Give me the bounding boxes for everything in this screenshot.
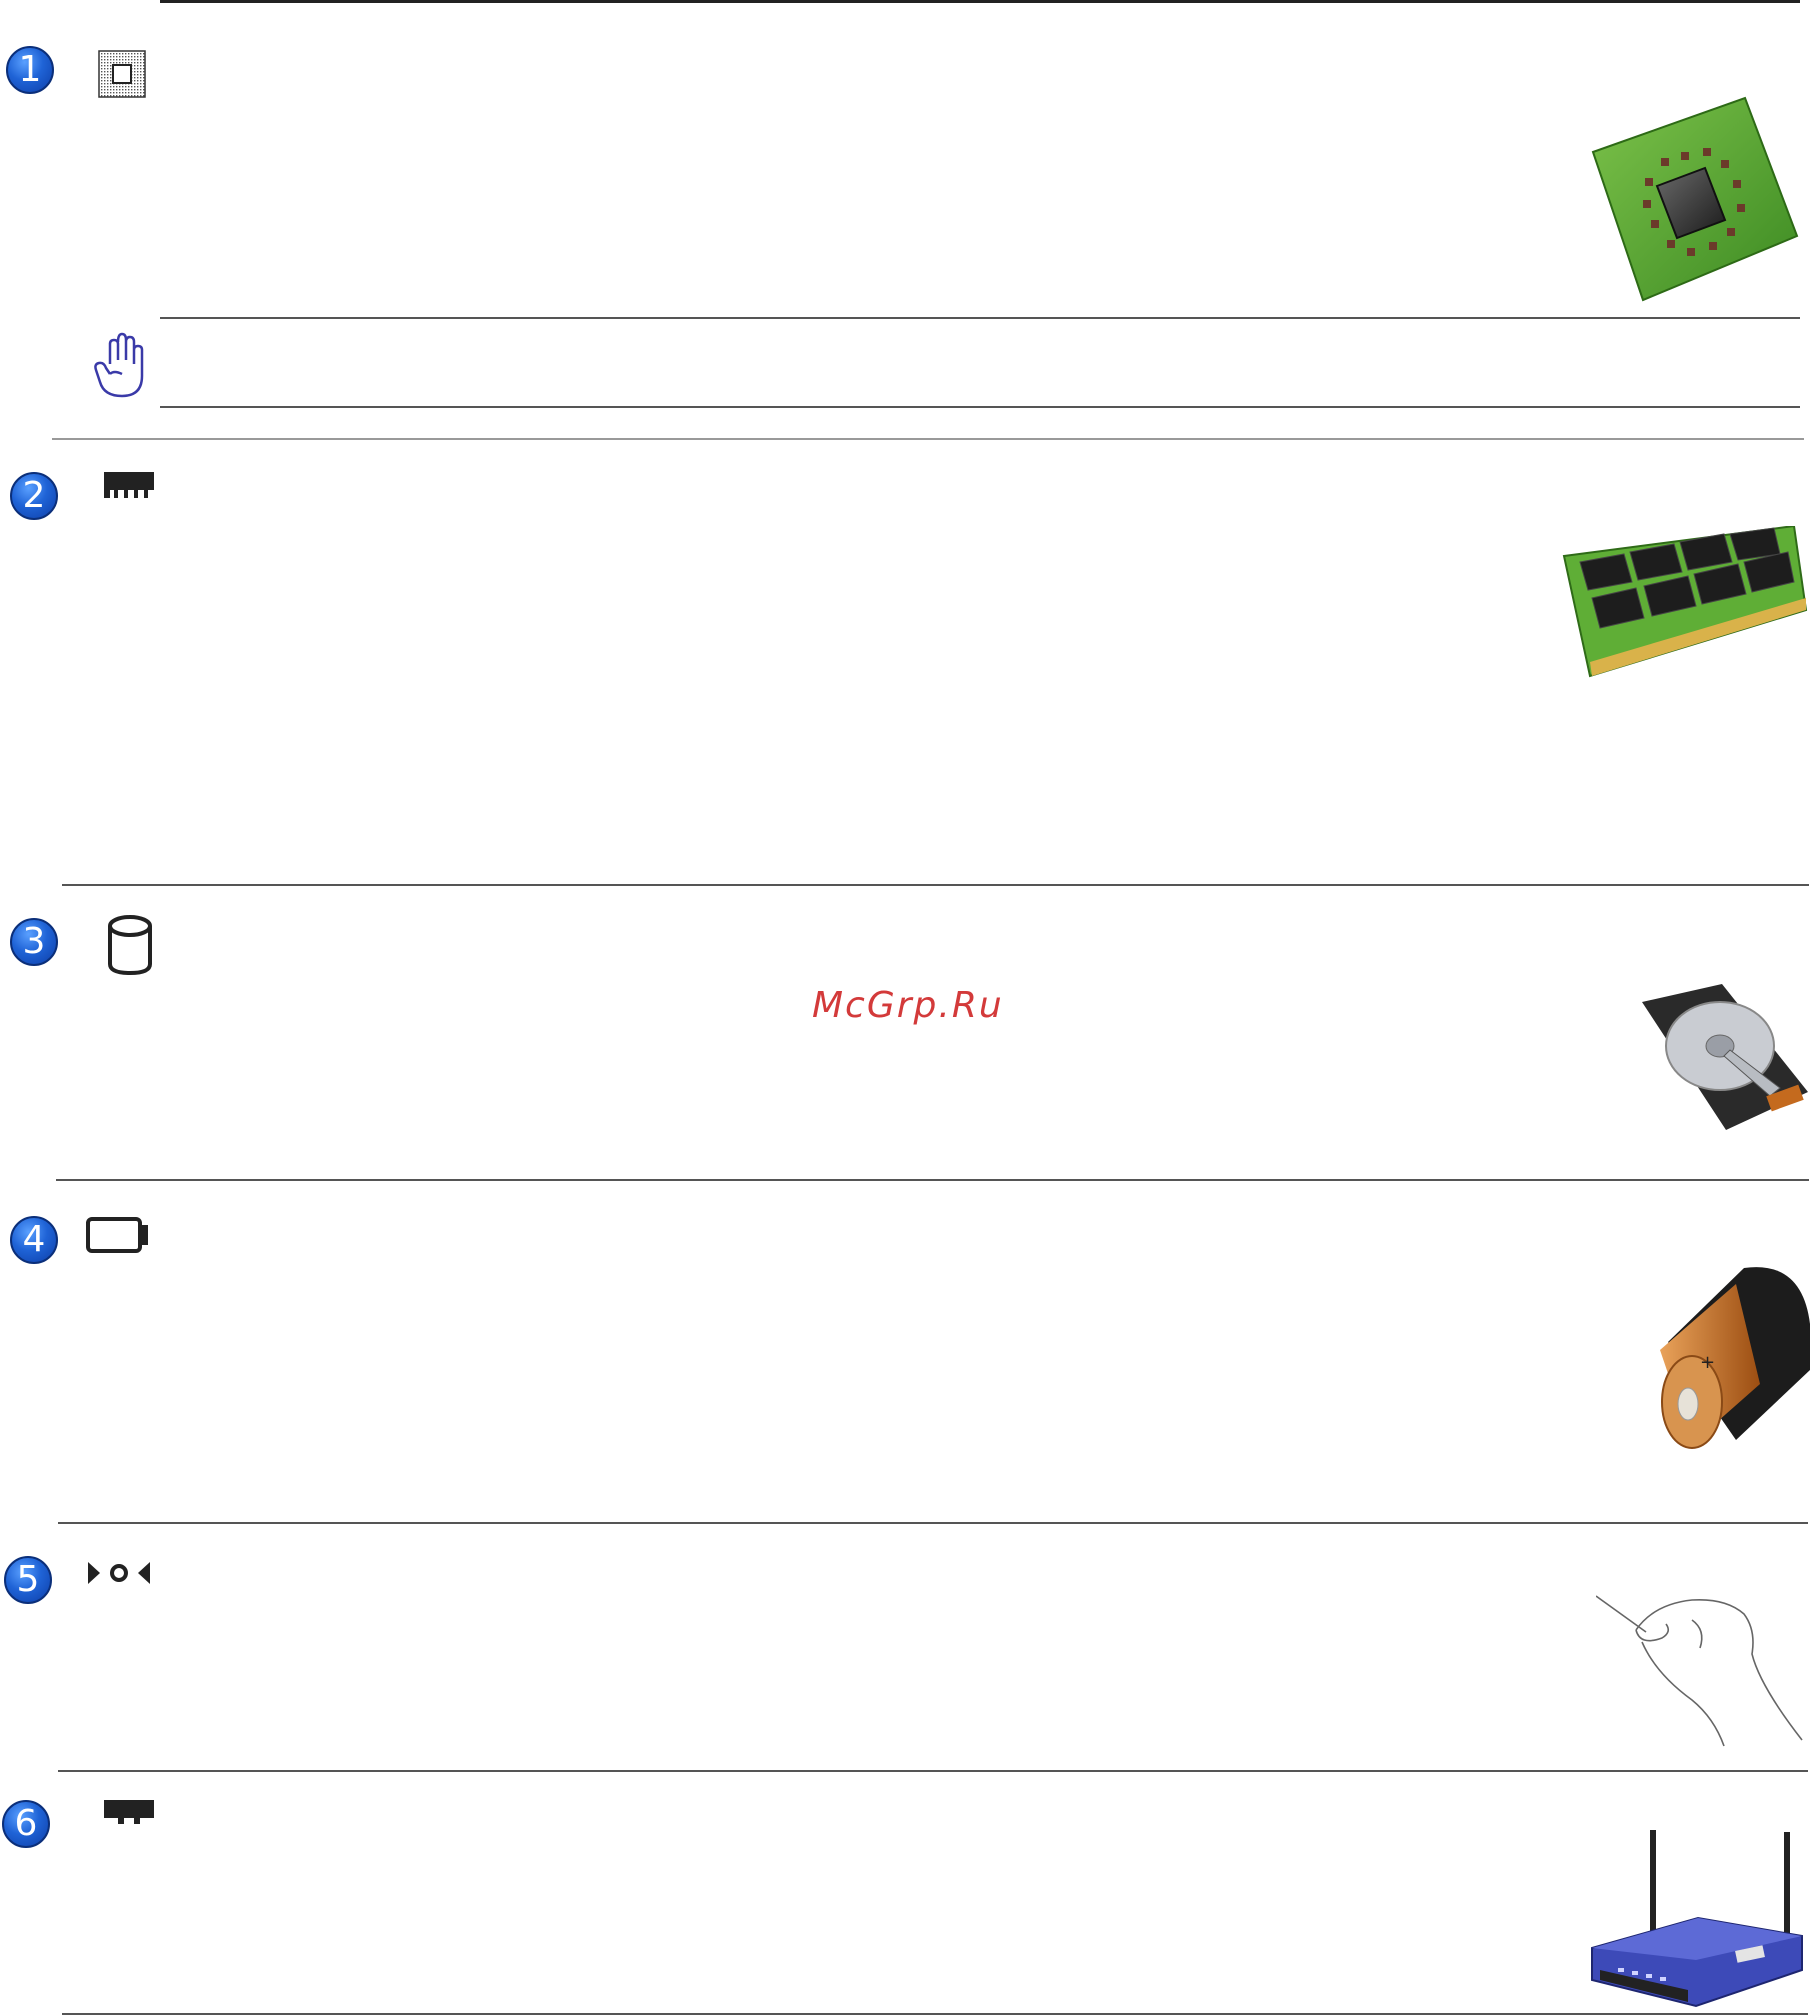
wireless-router-photo [1588, 1830, 1808, 2014]
section-divider [52, 438, 1804, 440]
svg-text:+: + [1700, 1352, 1715, 1373]
wireless-card-icon [104, 1800, 154, 1828]
pin-reset-hand-photo [1595, 1590, 1808, 1752]
section-number-badge: 2 [10, 472, 58, 520]
cpu-chip-photo [1585, 96, 1800, 306]
reset-icon [88, 1560, 150, 1590]
ram-module-photo [1562, 524, 1808, 682]
hard-disk-icon [106, 914, 154, 980]
section-divider [56, 1179, 1809, 1181]
warning-top-rule [160, 317, 1800, 319]
section-divider [62, 2013, 1808, 2015]
battery-photo: + [1652, 1264, 1810, 1454]
section-divider [58, 1770, 1808, 1772]
battery-icon [86, 1217, 148, 1257]
section-number-badge: 1 [6, 46, 54, 94]
memory-icon [104, 472, 154, 504]
raised-hand-warning-icon [94, 330, 148, 406]
section-divider [62, 884, 1809, 886]
top-rule [160, 0, 1800, 3]
warning-bottom-rule [160, 406, 1800, 408]
section-number-badge: 6 [2, 1800, 50, 1848]
section-divider [58, 1522, 1808, 1524]
hard-drive-photo [1640, 984, 1810, 1136]
watermark-text: McGrp.Ru [812, 985, 1004, 1026]
cpu-icon [98, 50, 148, 104]
section-number-badge: 5 [4, 1556, 52, 1604]
section-number-badge: 4 [10, 1216, 58, 1264]
section-number-badge: 3 [10, 918, 58, 966]
